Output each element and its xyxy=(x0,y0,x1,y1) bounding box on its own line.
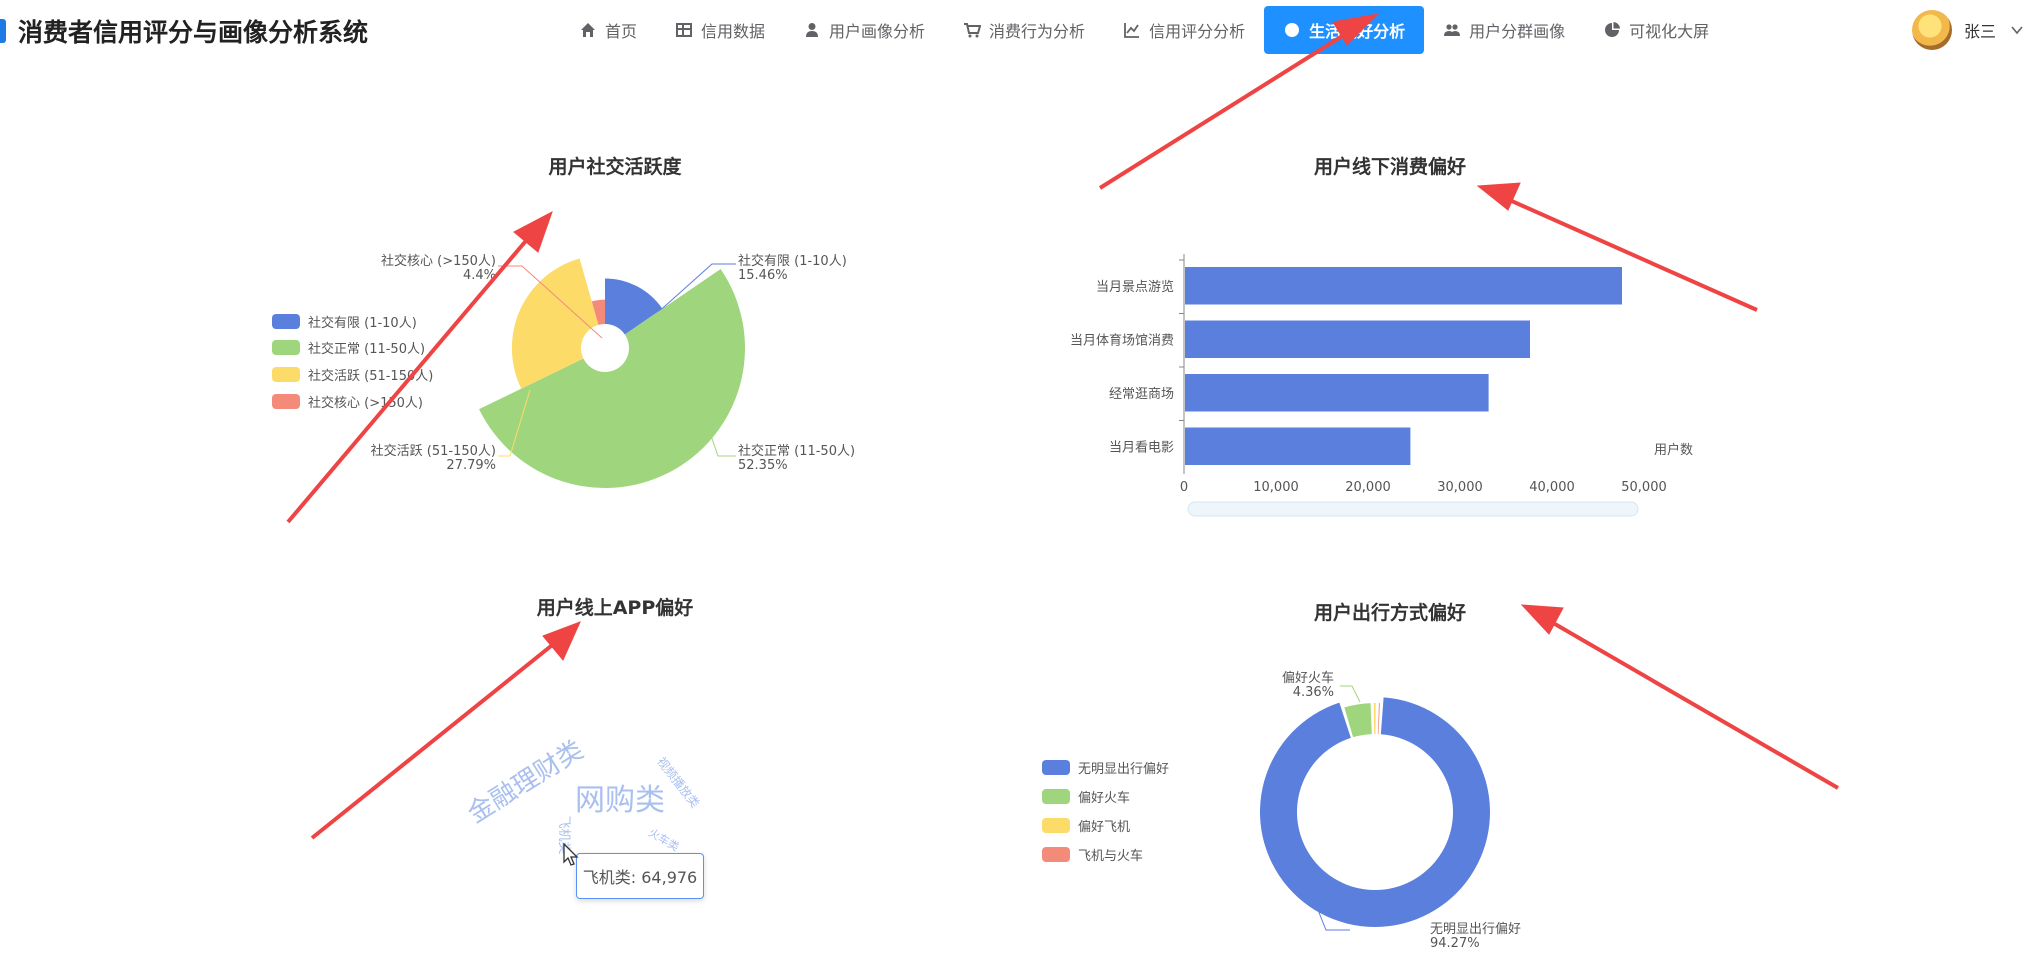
pie-icon xyxy=(1605,22,1621,37)
nav-item-user-group[interactable]: 用户分群画像 xyxy=(1424,6,1584,54)
app-title: 消费者信用评分与画像分析系统 xyxy=(18,18,369,47)
x-tick-label: 10,000 xyxy=(1253,480,1299,495)
category-label: 当月看电影 xyxy=(1109,439,1174,455)
nav-item-label: 用户分群画像 xyxy=(1469,22,1566,41)
bar xyxy=(1185,374,1489,412)
slice-label: 无明显出行偏好 xyxy=(1430,922,1521,937)
slice-label: 社交活跃 (51-150人) xyxy=(371,443,496,459)
nav-item-label: 信用评分分析 xyxy=(1149,22,1246,41)
panel-social-activity: 用户社交活跃度 社交有限 (1-10人) 社交正常 (11-50人) 社交活跃 … xyxy=(230,140,1000,540)
bar xyxy=(1185,427,1411,465)
user-name: 张三 xyxy=(1963,22,1996,41)
bar-chart: 当月景点游览当月体育场馆消费经常逛商场当月看电影 0 10,000 20,000 30,… xyxy=(1070,254,1693,517)
slice-label: 社交有限 (1-10人) xyxy=(738,253,847,269)
slice-percent: 4.4% xyxy=(463,268,496,283)
x-tick-label: 20,000 xyxy=(1345,480,1391,495)
circle-icon xyxy=(1285,23,1300,37)
app-logo-icon xyxy=(0,19,6,43)
nav-item-label: 首页 xyxy=(605,22,638,41)
nav-item-label: 生活偏好分析 xyxy=(1309,22,1406,41)
mouse-cursor-icon xyxy=(563,843,579,866)
category-label: 当月体育场馆消费 xyxy=(1070,332,1174,348)
datazoom-slider xyxy=(1187,501,1639,517)
donut-slice xyxy=(1377,703,1380,735)
user-icon xyxy=(806,23,819,37)
slice-label: 社交正常 (11-50人) xyxy=(738,443,855,459)
word-cloud-word: 网购类 xyxy=(575,783,665,818)
nav-item-label: 信用数据 xyxy=(701,22,766,41)
panel-travel-preference: 用户出行方式偏好 无明显出行偏好 偏好火车 偏好飞机 飞机与火车 无明显出行偏好… xyxy=(1000,590,1780,970)
category-label: 当月景点游览 xyxy=(1096,279,1174,295)
app-brand: 消费者信用评分与画像分析系统 xyxy=(0,14,368,48)
chart-tooltip: 飞机类: 64,976 xyxy=(576,853,704,899)
x-tick-label: 0 xyxy=(1180,480,1188,495)
cart-icon xyxy=(964,23,982,38)
nav-item-consume-behavior[interactable]: 消费行为分析 xyxy=(944,6,1104,54)
nav-item-visual-screen[interactable]: 可视化大屏 xyxy=(1584,6,1728,54)
home-icon xyxy=(581,23,595,37)
slice-label: 社交核心 (>150人) xyxy=(381,253,496,269)
panel-offline-consumption: 用户线下消费偏好 当月景点游览 当月体育场馆消费 经常逛商场 当月看电影 0 10,000… xyxy=(1000,140,1780,540)
tooltip-text: 飞机类: 64,976 xyxy=(582,868,698,887)
group-icon xyxy=(1444,24,1461,36)
x-tick-label: 50,000 xyxy=(1621,480,1667,495)
nav-item-user-portrait[interactable]: 用户画像分析 xyxy=(784,6,944,54)
slice-percent: 15.46% xyxy=(738,268,788,283)
table-icon xyxy=(676,23,693,37)
x-axis-label: 用户数 xyxy=(1654,442,1693,458)
donut-chart: 无明显出行偏好94.27% 偏好火车4.36% xyxy=(1260,670,1521,951)
x-tick-label: 30,000 xyxy=(1437,480,1483,495)
label-leader-line xyxy=(1340,685,1361,703)
user-menu[interactable]: 张三 xyxy=(1911,8,2040,52)
bar xyxy=(1185,320,1530,358)
word-cloud-word: 火车类 xyxy=(646,825,682,854)
nav-item-credit-score[interactable]: 信用评分分析 xyxy=(1104,6,1264,54)
nav-item-label: 用户画像分析 xyxy=(829,22,926,41)
slice-percent: 27.79% xyxy=(446,458,496,473)
slice-label: 偏好火车 xyxy=(1282,670,1334,686)
line-chart-icon xyxy=(1124,23,1140,38)
nav-item-label: 可视化大屏 xyxy=(1629,22,1710,41)
slice-percent: 94.27% xyxy=(1430,936,1480,951)
top-navigation-bar: 消费者信用评分与画像分析系统 首页 信用数据 用户画像分析 消费行为分析 信用评… xyxy=(0,0,2040,62)
slice-percent: 4.36% xyxy=(1293,685,1334,700)
category-label: 经常逛商场 xyxy=(1109,387,1174,402)
rose-chart: 社交有限 (1-10人)15.46% 社交正常 (11-50人)52.35% 社交活… xyxy=(371,253,855,489)
chevron-down-icon[interactable] xyxy=(2010,23,2024,37)
avatar[interactable] xyxy=(1911,10,1952,50)
bar xyxy=(1185,267,1622,305)
main-nav: 首页 信用数据 用户画像分析 消费行为分析 信用评分分析 生活偏好分析 用户分群… xyxy=(560,5,1728,55)
slice-percent: 52.35% xyxy=(738,458,788,473)
x-tick-label: 40,000 xyxy=(1529,480,1575,495)
nav-item-home[interactable]: 首页 xyxy=(560,6,656,54)
nav-item-life-preference[interactable]: 生活偏好分析 xyxy=(1264,6,1425,54)
nav-item-credit-data[interactable]: 信用数据 xyxy=(656,6,784,54)
donut-slice xyxy=(1373,703,1376,735)
nav-item-label: 消费行为分析 xyxy=(989,22,1086,41)
